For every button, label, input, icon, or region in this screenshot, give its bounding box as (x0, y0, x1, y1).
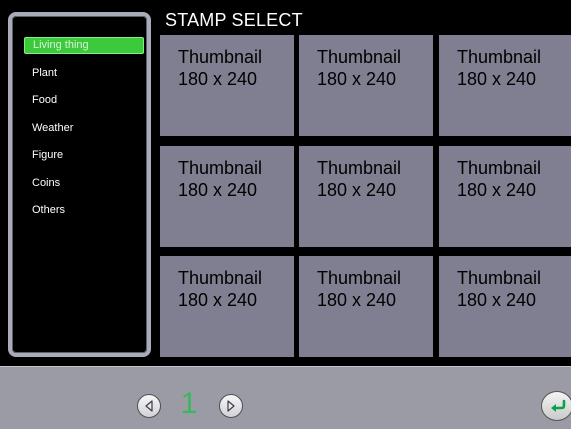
bottom-navigation-bar: 1 (0, 366, 571, 429)
thumbnail-label: Thumbnail (178, 268, 263, 288)
next-page-button[interactable] (219, 394, 243, 418)
category-item-figure[interactable]: Figure (24, 147, 144, 164)
thumbnail-label: Thumbnail (317, 268, 402, 288)
thumbnail-tile-2[interactable]: Thumbnail 180 x 240 (299, 35, 433, 136)
thumbnail-tile-3[interactable]: Thumbnail 180 x 240 (439, 35, 571, 136)
thumbnail-label: Thumbnail (317, 47, 402, 67)
thumbnail-tile-1[interactable]: Thumbnail 180 x 240 (160, 35, 294, 136)
thumbnail-tile-6[interactable]: Thumbnail 180 x 240 (439, 146, 571, 247)
thumbnail-size: 180 x 240 (317, 180, 397, 200)
thumbnail-size: 180 x 240 (317, 69, 397, 89)
category-item-weather[interactable]: Weather (24, 120, 144, 137)
thumbnail-size: 180 x 240 (457, 180, 537, 200)
thumbnail-grid: Thumbnail 180 x 240 Thumbnail 180 x 240 … (160, 35, 571, 357)
thumbnail-size: 180 x 240 (457, 69, 537, 89)
category-item-plant[interactable]: Plant (24, 65, 144, 82)
thumbnail-size: 180 x 240 (457, 290, 537, 310)
chevron-right-icon (227, 400, 235, 412)
chevron-left-icon (145, 400, 153, 412)
category-item-living-thing[interactable]: Living thing (24, 37, 144, 54)
thumbnail-label: Thumbnail (317, 158, 402, 178)
thumbnail-size: 180 x 240 (178, 180, 258, 200)
page-title: STAMP SELECT (165, 10, 303, 30)
thumbnail-tile-7[interactable]: Thumbnail 180 x 240 (160, 256, 294, 357)
stamp-select-screen: Living thing Plant Food Weather Figure C… (0, 0, 571, 429)
thumbnail-size: 180 x 240 (317, 290, 397, 310)
thumbnail-label: Thumbnail (457, 268, 542, 288)
back-button[interactable] (541, 391, 571, 421)
thumbnail-tile-5[interactable]: Thumbnail 180 x 240 (299, 146, 433, 247)
previous-page-button[interactable] (137, 394, 161, 418)
return-arrow-icon (551, 399, 566, 412)
thumbnail-label: Thumbnail (178, 47, 263, 67)
thumbnail-tile-9[interactable]: Thumbnail 180 x 240 (439, 256, 571, 357)
thumbnail-tile-8[interactable]: Thumbnail 180 x 240 (299, 256, 433, 357)
page-number: 1 (180, 387, 198, 420)
thumbnail-size: 180 x 240 (178, 69, 258, 89)
category-list: Living thing Plant Food Weather Figure C… (24, 37, 144, 230)
category-panel: Living thing Plant Food Weather Figure C… (8, 12, 151, 357)
category-item-coins[interactable]: Coins (24, 175, 144, 192)
thumbnail-tile-4[interactable]: Thumbnail 180 x 240 (160, 146, 294, 247)
category-item-food[interactable]: Food (24, 92, 144, 109)
thumbnail-label: Thumbnail (457, 158, 542, 178)
category-item-others[interactable]: Others (24, 202, 144, 219)
thumbnail-size: 180 x 240 (178, 290, 258, 310)
thumbnail-label: Thumbnail (178, 158, 263, 178)
thumbnail-label: Thumbnail (457, 47, 542, 67)
